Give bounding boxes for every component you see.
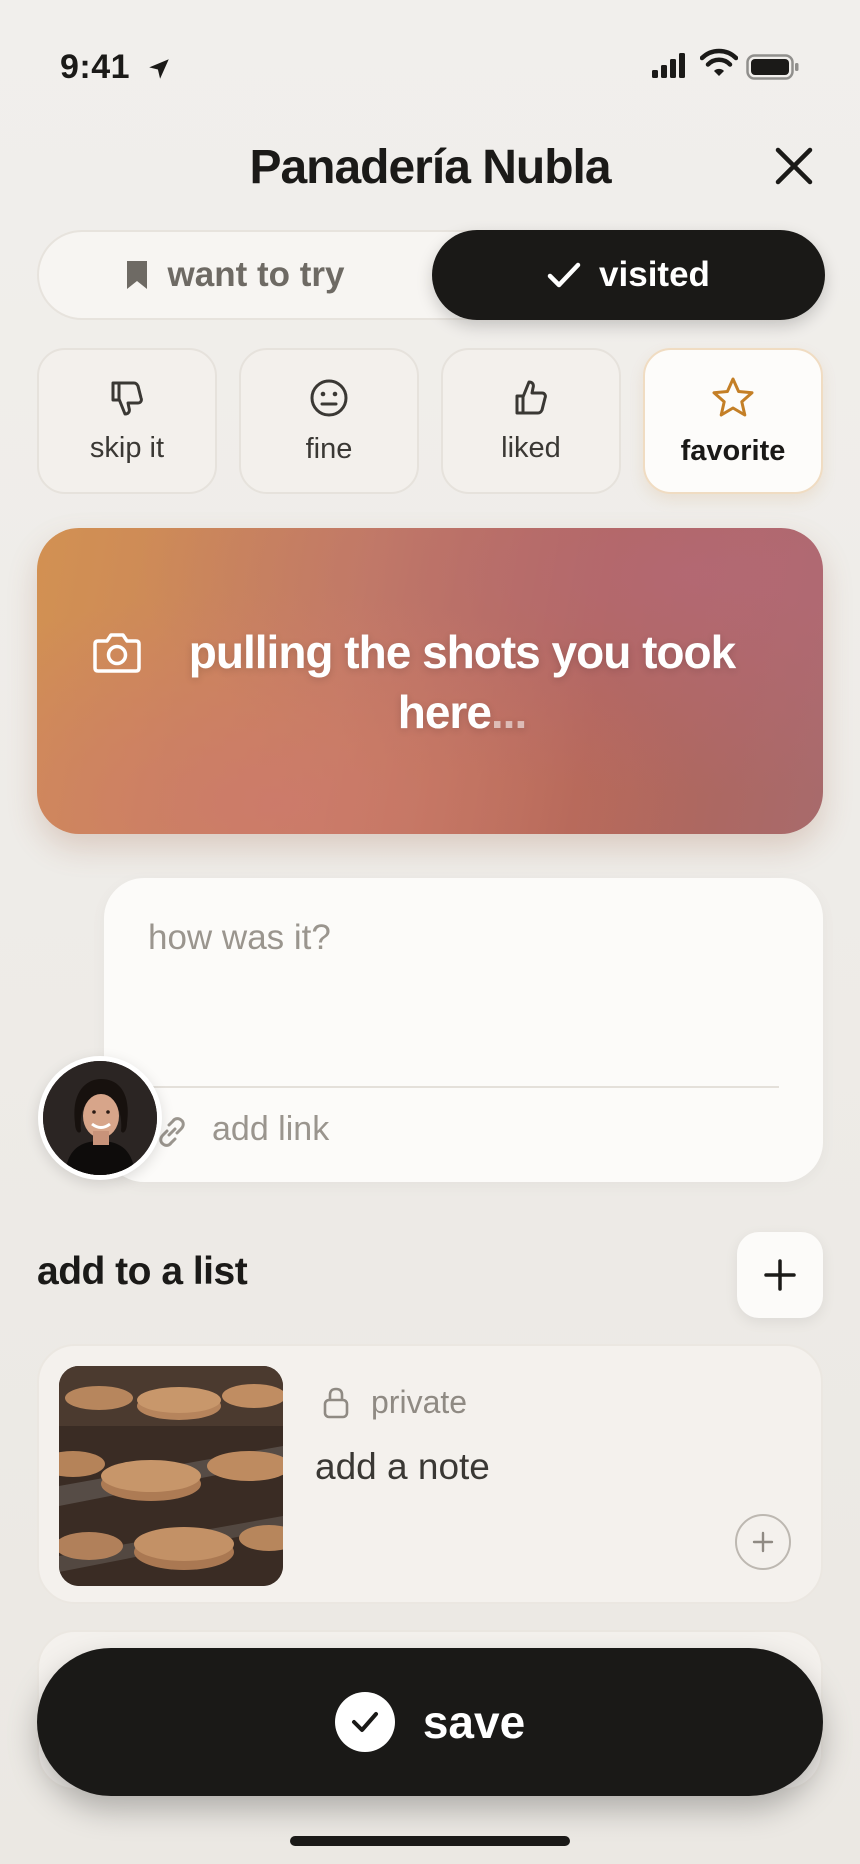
thumbs-down-icon <box>111 381 143 415</box>
note-divider <box>148 1086 779 1088</box>
rating-label: liked <box>501 431 561 464</box>
camera-icon <box>93 633 141 673</box>
close-button[interactable] <box>770 142 818 190</box>
rating-label: fine <box>305 432 353 465</box>
list-privacy-label: private <box>371 1384 468 1420</box>
rating-liked[interactable]: liked <box>441 348 621 494</box>
rating-label: skip it <box>89 431 165 464</box>
save-button[interactable]: save <box>37 1648 823 1796</box>
home-indicator[interactable] <box>290 1836 570 1846</box>
wifi-icon <box>700 48 738 76</box>
rating-label: favorite <box>680 434 786 467</box>
close-icon <box>775 147 813 185</box>
want-to-try-option[interactable]: want to try <box>39 232 429 318</box>
status-segmented-control: want to try visited <box>37 230 825 320</box>
avatar[interactable] <box>38 1056 162 1180</box>
page-title: Panadería Nubla <box>249 141 611 194</box>
visited-label: visited <box>599 255 710 294</box>
banner-ellipsis: ... <box>490 686 527 738</box>
checkmark-icon <box>547 262 581 288</box>
add-note-button[interactable] <box>735 1514 791 1570</box>
thumbs-up-icon <box>515 380 547 414</box>
plus-icon <box>764 1259 796 1291</box>
list-add-note[interactable]: add a note <box>315 1446 490 1488</box>
checkmark-circle-icon <box>334 1692 395 1752</box>
star-icon <box>712 377 754 416</box>
avatar-photo <box>43 1061 157 1175</box>
location-arrow-icon <box>149 59 169 79</box>
photos-loading-banner[interactable]: pulling the shots you took here... <box>37 528 823 834</box>
cellular-signal-icon <box>652 53 685 78</box>
save-label: save <box>422 1696 526 1748</box>
neutral-face-icon <box>310 379 348 416</box>
add-link-button[interactable]: add link <box>212 1110 329 1149</box>
banner-message: pulling the shots you took here... <box>167 622 757 742</box>
want-to-try-label: want to try <box>167 255 345 294</box>
note-input[interactable] <box>148 918 768 958</box>
battery-icon <box>746 54 799 80</box>
note-card: add link <box>104 878 823 1182</box>
bookmark-icon <box>126 261 147 289</box>
create-list-button[interactable] <box>737 1232 823 1318</box>
status-bar: 9:41 <box>0 0 860 140</box>
rating-fine[interactable]: fine <box>239 348 419 494</box>
plus-icon <box>752 1531 774 1553</box>
list-item[interactable]: private add a note <box>37 1344 823 1604</box>
lock-icon <box>323 1387 349 1419</box>
rating-favorite[interactable]: favorite <box>643 348 823 494</box>
rating-skip-it[interactable]: skip it <box>37 348 217 494</box>
list-thumbnail-image <box>59 1366 283 1586</box>
add-to-list-heading: add to a list <box>37 1250 248 1293</box>
banner-text: pulling the shots you took here <box>188 626 736 738</box>
visited-option[interactable]: visited <box>432 230 825 320</box>
status-time: 9:41 <box>60 48 131 86</box>
